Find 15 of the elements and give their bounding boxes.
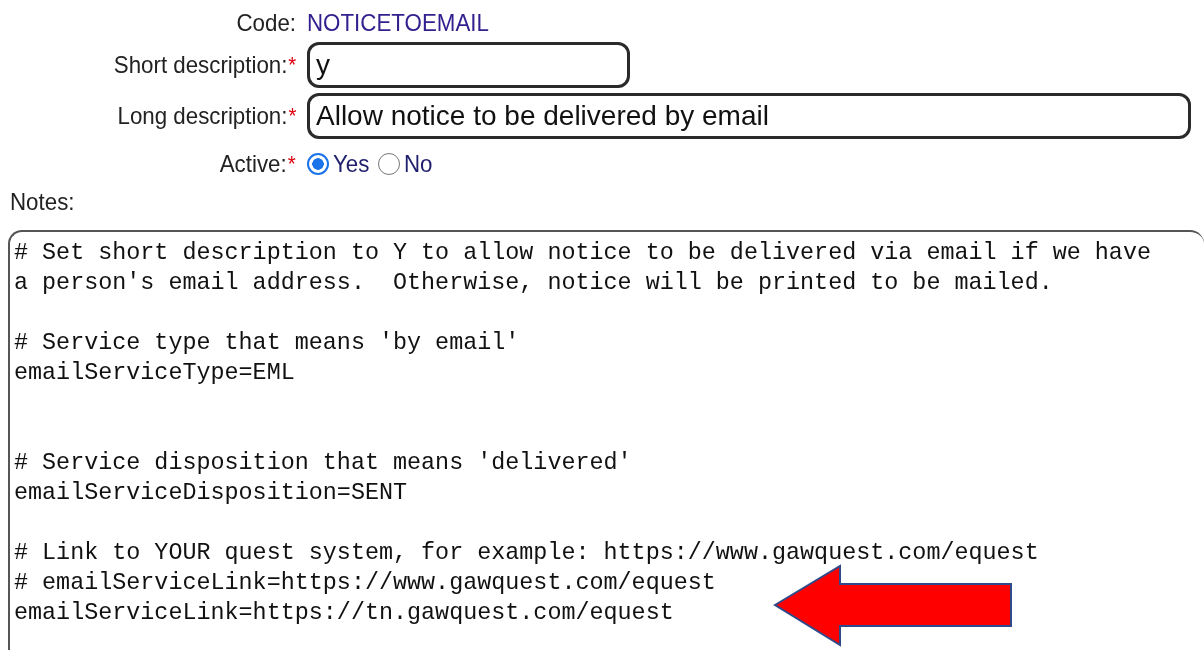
radio-label[interactable]: No (404, 150, 433, 178)
notes-label: Notes: (10, 188, 75, 216)
radio-button[interactable] (307, 153, 329, 175)
required-mark: * (288, 52, 296, 78)
text-input-field[interactable]: Allow notice to be delivered by email (307, 93, 1191, 139)
field-label: Short description: (113, 51, 288, 79)
radio-button[interactable] (378, 153, 401, 175)
code-value: NOTICETOEMAIL (307, 9, 489, 37)
text-input-field[interactable]: y (307, 42, 630, 88)
field-label: Code: (236, 9, 296, 37)
required-mark: * (288, 151, 296, 177)
radio-label[interactable]: Yes (333, 150, 370, 178)
field-label: Active: (220, 150, 288, 178)
required-mark: * (288, 103, 296, 129)
field-label: Long description: (117, 102, 288, 130)
